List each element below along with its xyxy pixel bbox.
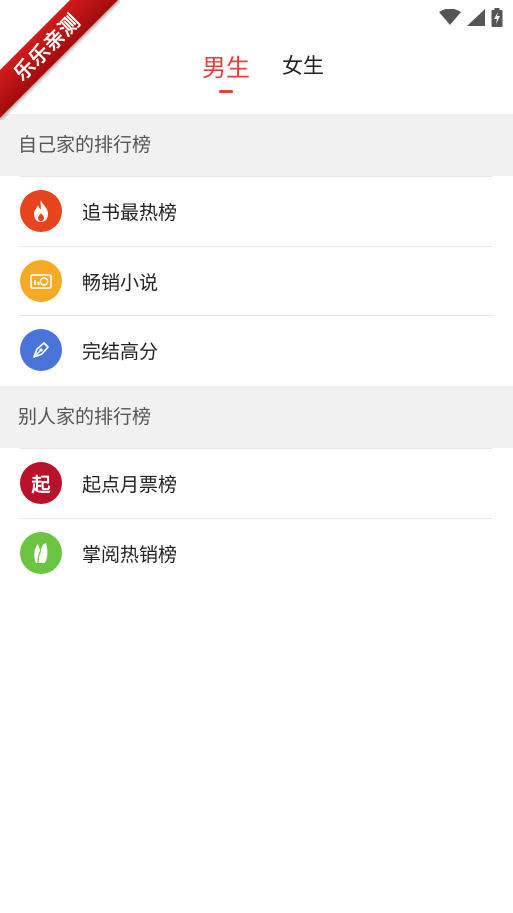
divider [19, 176, 492, 177]
list-item-label: 畅销小说 [82, 272, 159, 294]
qidian-logo-text: 起 [31, 473, 51, 496]
battery-charging-icon [491, 8, 503, 31]
section-header-others-rankings: 别人家的排行榜 [0, 386, 513, 448]
list-item-zhangyue-hot[interactable]: 掌阅热销榜 [0, 518, 513, 588]
pen-nib-icon [20, 329, 62, 371]
divider [19, 448, 492, 449]
list-item-label: 追书最热榜 [82, 202, 178, 224]
divider [19, 315, 492, 316]
flame-icon [20, 190, 62, 232]
active-tab-indicator [219, 90, 233, 93]
list-item-completed-high-score[interactable]: 完结高分 [0, 315, 513, 385]
watermark-text: 乐乐亲测 [0, 0, 120, 120]
section-header-own-rankings: 自己家的排行榜 [0, 114, 513, 176]
list-item-label: 起点月票榜 [82, 474, 178, 496]
tab-male[interactable]: 男生 [202, 48, 250, 83]
list-item-qidian-monthly[interactable]: 起 起点月票榜 [0, 448, 513, 518]
divider [19, 246, 492, 247]
tab-female[interactable]: 女生 [282, 50, 324, 80]
status-icons [439, 8, 503, 31]
cell-signal-icon [467, 9, 485, 30]
coin-register-icon [20, 260, 62, 302]
qidian-logo-icon: 起 [20, 462, 62, 504]
divider [19, 518, 492, 519]
list-item-label: 掌阅热销榜 [82, 544, 178, 566]
watermark-ribbon: 乐乐亲测 [0, 0, 120, 120]
zhangyue-leaf-icon [20, 532, 62, 574]
wifi-icon [439, 8, 461, 30]
list-item-label: 完结高分 [82, 341, 159, 363]
list-item-zhuishu-hot[interactable]: 追书最热榜 [0, 176, 513, 246]
list-item-bestseller[interactable]: 畅销小说 [0, 246, 513, 316]
